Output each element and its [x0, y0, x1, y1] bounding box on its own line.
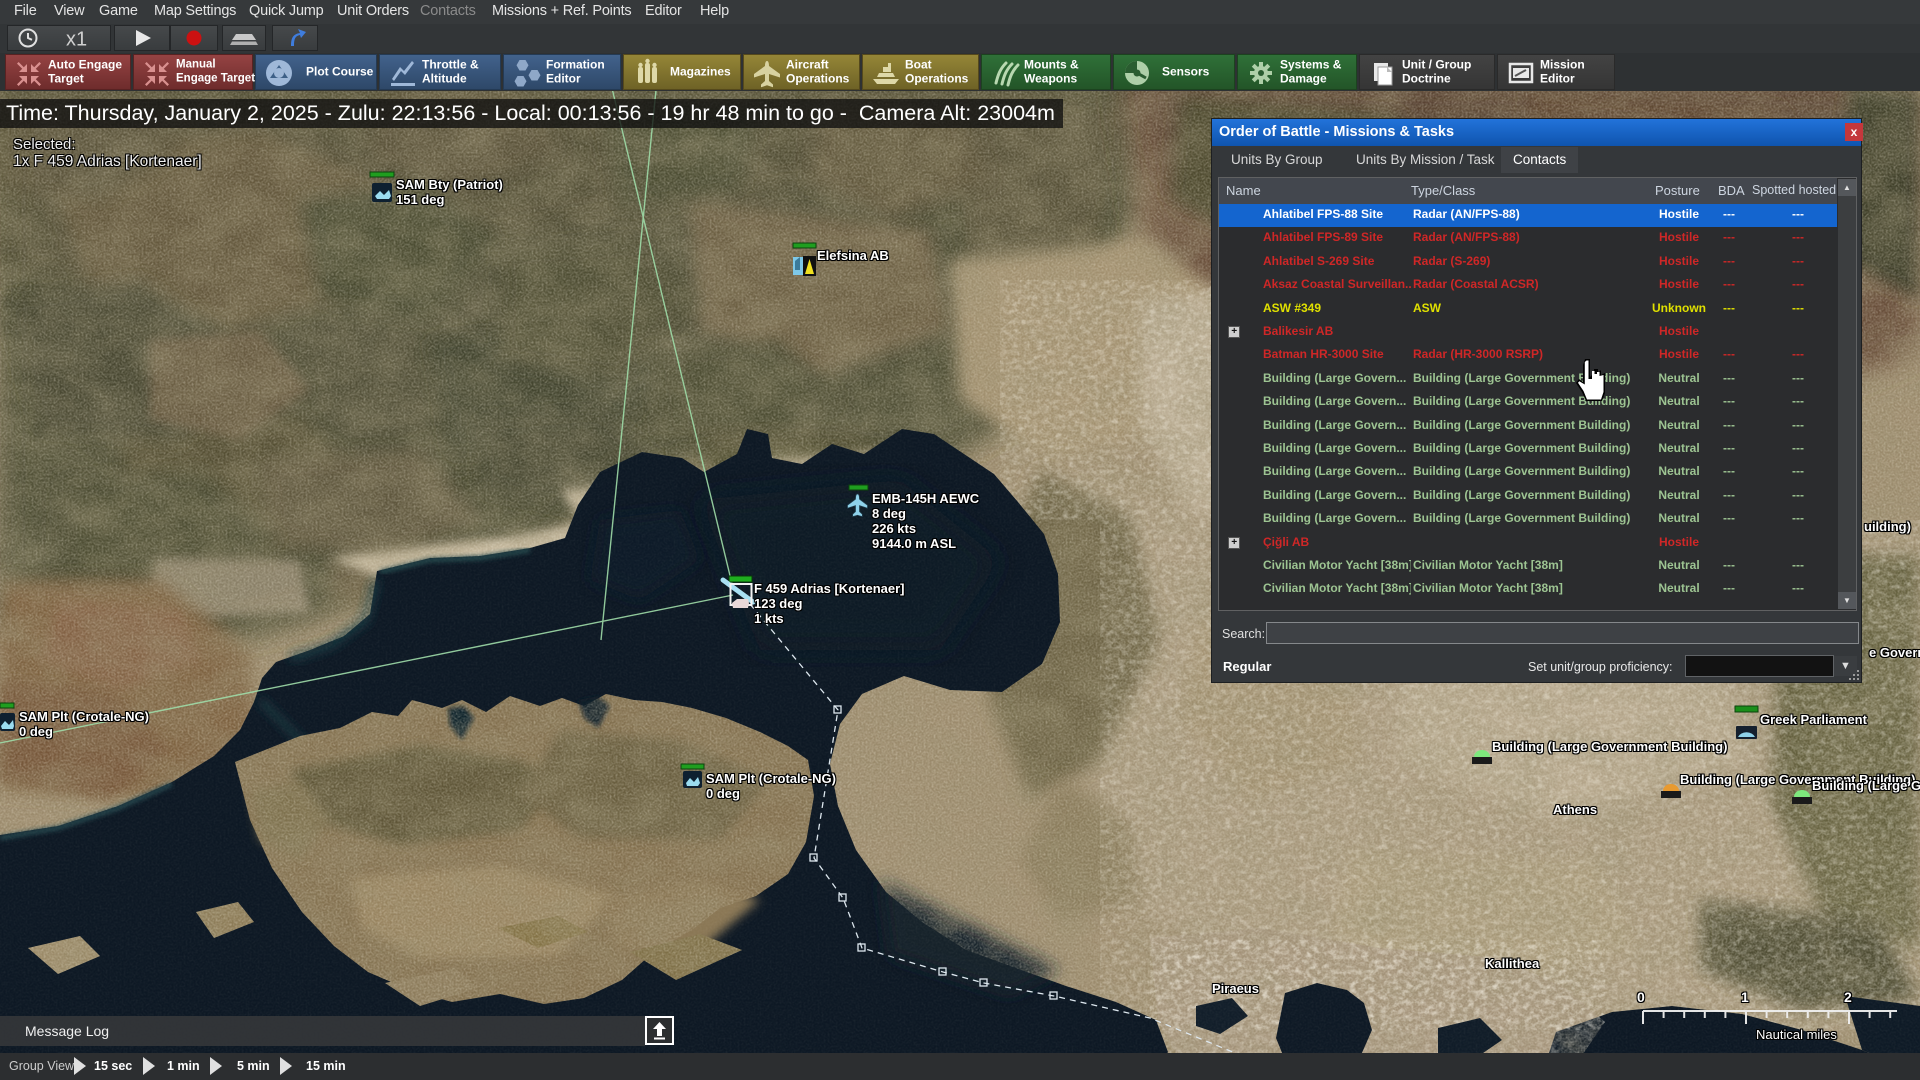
svg-text:x1: x1: [66, 29, 87, 51]
